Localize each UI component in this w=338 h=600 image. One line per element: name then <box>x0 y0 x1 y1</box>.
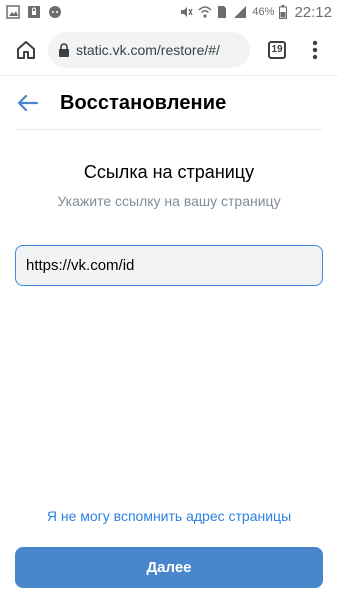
forgot-address-link[interactable]: Я не могу вспомнить адрес страницы <box>0 508 338 524</box>
section-title: Ссылка на страницу <box>83 162 255 182</box>
back-button[interactable] <box>8 83 48 123</box>
image-icon <box>6 5 20 19</box>
sim-icon <box>217 5 227 19</box>
arrow-back-icon <box>17 94 39 112</box>
url-text: static.vk.com/restore/#/ <box>76 41 220 58</box>
browser-menu-button[interactable] <box>300 35 330 65</box>
section-subtitle: Укажите ссылку на вашу страницу <box>57 193 281 209</box>
notification-icons <box>6 5 62 19</box>
screen: 1 46% 22:12 static.vk.com/restore/#/ 19 <box>0 0 338 600</box>
tab-switcher-button[interactable]: 19 <box>262 35 292 65</box>
page-link-input[interactable] <box>15 245 323 286</box>
address-bar[interactable]: static.vk.com/restore/#/ <box>48 31 250 68</box>
battery-percent: 46% <box>252 6 275 18</box>
status-bar: 1 46% 22:12 <box>0 0 338 24</box>
lock-notification-icon <box>27 5 41 19</box>
page-title: Восстановление <box>60 91 227 114</box>
clock: 22:12 <box>294 3 332 21</box>
page-header: Восстановление <box>0 77 338 129</box>
next-button[interactable]: Далее <box>15 547 323 588</box>
mute-icon <box>179 5 194 19</box>
home-icon <box>17 40 35 59</box>
header-divider <box>16 129 322 130</box>
more-vert-icon <box>312 40 318 59</box>
home-button[interactable] <box>6 30 46 70</box>
lock-icon <box>59 42 69 57</box>
browser-toolbar: static.vk.com/restore/#/ 19 <box>0 24 338 76</box>
wifi-icon <box>198 5 212 19</box>
battery-icon <box>279 5 288 19</box>
chat-icon <box>48 5 62 19</box>
signal-icon <box>233 5 247 19</box>
tab-count: 19 <box>268 40 286 59</box>
system-icons: 1 46% 22:12 <box>179 4 332 21</box>
